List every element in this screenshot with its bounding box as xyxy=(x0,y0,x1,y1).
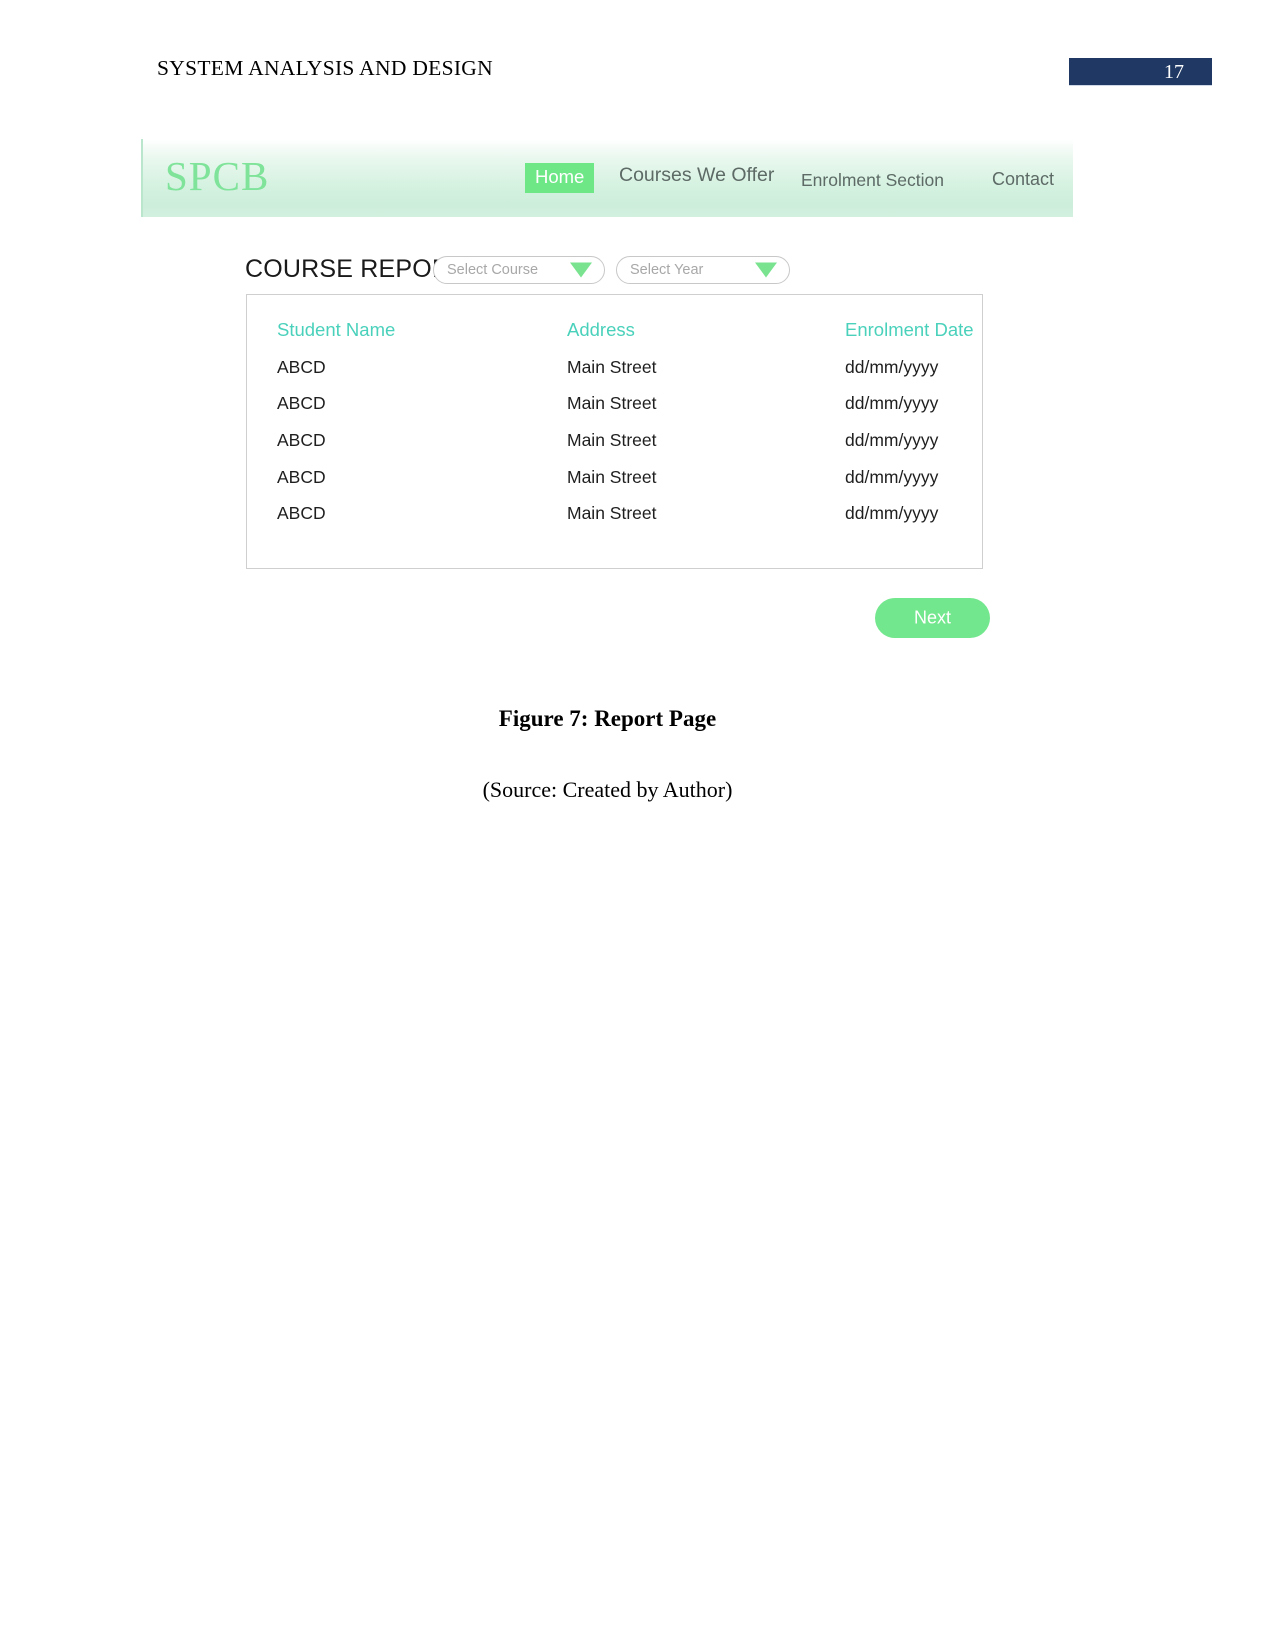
report-results-panel: Student Name Address Enrolment Date ABCD… xyxy=(246,294,983,569)
cell-address: Main Street xyxy=(567,467,657,487)
cell-enrolment-date: dd/mm/yyyy xyxy=(845,430,939,450)
nav-item-courses-we-offer[interactable]: Courses We Offer xyxy=(619,164,774,187)
nav-item-enrolment-section[interactable]: Enrolment Section xyxy=(801,170,944,191)
nav-menu: Home Courses We Offer Enrolment Section … xyxy=(513,139,1073,217)
document-header: SYSTEM ANALYSIS AND DESIGN 17 xyxy=(0,0,1275,120)
table-row[interactable]: ABCD Main Street dd/mm/yyyy xyxy=(247,428,982,464)
cell-enrolment-date: dd/mm/yyyy xyxy=(845,393,939,413)
column-header-student-name: Student Name xyxy=(277,319,396,340)
cell-student-name: ABCD xyxy=(277,393,326,413)
cell-enrolment-date: dd/mm/yyyy xyxy=(845,467,939,487)
page-number: 17 xyxy=(1164,60,1184,83)
cell-address: Main Street xyxy=(567,357,657,377)
chevron-down-icon xyxy=(570,262,592,278)
running-head: SYSTEM ANALYSIS AND DESIGN xyxy=(157,56,493,80)
next-button-label: Next xyxy=(913,607,951,628)
site-navbar: SPCB Home Courses We Offer Enrolment Sec… xyxy=(141,139,1073,217)
select-course-dropdown[interactable]: Select Course xyxy=(433,256,605,284)
nav-item-contact[interactable]: Contact xyxy=(992,169,1054,190)
page-number-badge: 17 xyxy=(1069,58,1212,85)
cell-address: Main Street xyxy=(567,393,657,413)
table-row[interactable]: ABCD Main Street dd/mm/yyyy xyxy=(247,465,982,501)
cell-student-name: ABCD xyxy=(277,430,326,450)
figure-caption: Figure 7: Report Page xyxy=(498,706,717,731)
table-row[interactable]: ABCD Main Street dd/mm/yyyy xyxy=(247,391,982,427)
cell-student-name: ABCD xyxy=(277,357,326,377)
report-page-screenshot: SPCB Home Courses We Offer Enrolment Sec… xyxy=(141,139,1073,644)
cell-address: Main Street xyxy=(567,503,657,523)
select-course-placeholder: Select Course xyxy=(447,262,539,278)
chevron-down-icon xyxy=(755,262,777,278)
cell-student-name: ABCD xyxy=(277,467,326,487)
table-row[interactable]: ABCD Main Street dd/mm/yyyy xyxy=(247,355,982,391)
cell-enrolment-date: dd/mm/yyyy xyxy=(845,503,939,523)
table-row[interactable]: ABCD Main Street dd/mm/yyyy xyxy=(247,501,982,537)
cell-address: Main Street xyxy=(567,430,657,450)
column-header-enrolment-date: Enrolment Date xyxy=(845,319,974,340)
table-header-row: Student Name Address Enrolment Date xyxy=(247,317,982,353)
site-logo[interactable]: SPCB xyxy=(165,156,269,197)
cell-student-name: ABCD xyxy=(277,503,326,523)
select-year-dropdown[interactable]: Select Year xyxy=(616,256,790,284)
nav-item-home[interactable]: Home xyxy=(525,163,595,193)
select-year-placeholder: Select Year xyxy=(630,262,704,278)
figure-source-caption: (Source: Created by Author) xyxy=(482,777,733,802)
column-header-address: Address xyxy=(567,319,635,340)
next-button[interactable]: Next xyxy=(875,598,990,638)
cell-enrolment-date: dd/mm/yyyy xyxy=(845,357,939,377)
